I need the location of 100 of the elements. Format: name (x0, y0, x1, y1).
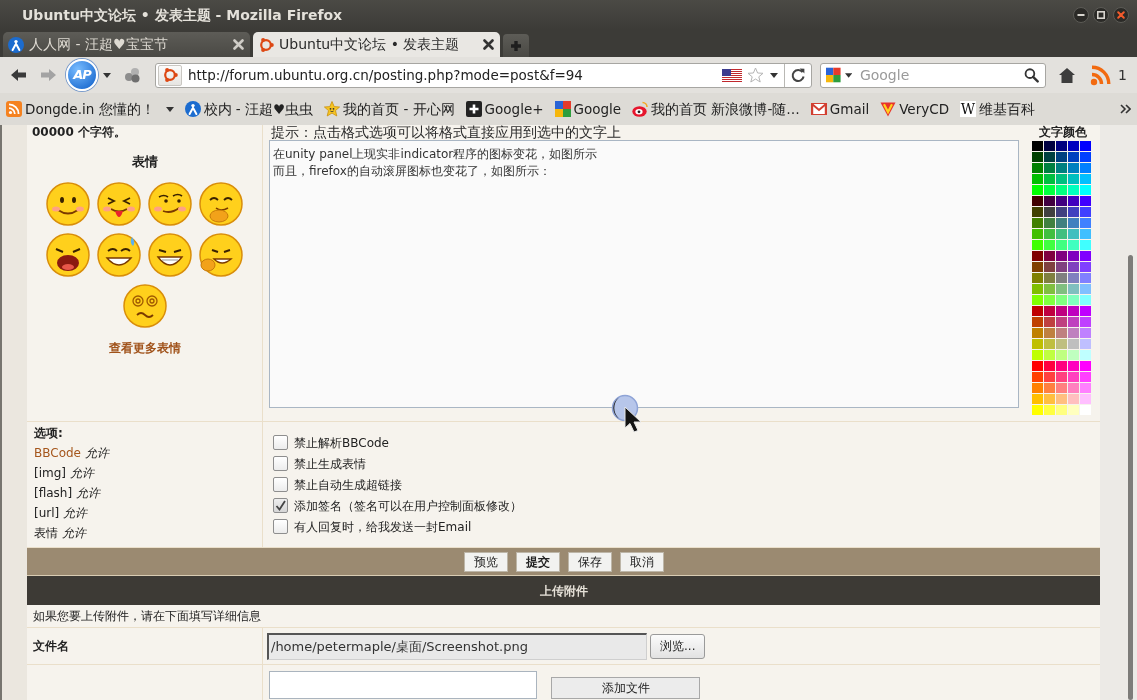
color-swatch[interactable] (1056, 295, 1067, 305)
color-swatch[interactable] (1056, 229, 1067, 239)
maximize-icon[interactable] (1093, 7, 1109, 23)
caret-icon[interactable] (844, 72, 852, 78)
color-swatch[interactable] (1080, 174, 1091, 184)
file-comment-field[interactable] (269, 671, 537, 699)
color-swatch[interactable] (1056, 152, 1067, 162)
submit-button[interactable]: 提交 (515, 551, 560, 572)
color-swatch[interactable] (1056, 372, 1067, 382)
color-swatch[interactable] (1032, 372, 1043, 382)
emoticon-icon[interactable] (96, 231, 142, 278)
emoticon-icon[interactable] (45, 180, 91, 227)
emoticon-icon[interactable] (45, 231, 91, 278)
color-swatch[interactable] (1056, 383, 1067, 393)
color-swatch[interactable] (1044, 273, 1055, 283)
color-swatch[interactable] (1056, 394, 1067, 404)
color-swatch[interactable] (1032, 141, 1043, 151)
permission-link[interactable]: BBCode (34, 444, 81, 462)
color-swatch[interactable] (1032, 361, 1043, 371)
color-swatch[interactable] (1032, 152, 1043, 162)
color-swatch[interactable] (1080, 295, 1091, 305)
color-swatch[interactable] (1044, 383, 1055, 393)
bookmark[interactable]: W 维基百科 (960, 98, 1036, 120)
bookmark[interactable]: 我的首页 - 开心网 (324, 98, 455, 120)
color-swatch[interactable] (1032, 174, 1043, 184)
color-swatch[interactable] (1044, 207, 1055, 217)
checkbox[interactable] (273, 519, 288, 534)
url-field[interactable]: http://forum.ubuntu.org.cn/posting.php?mode=post&f=94 (182, 64, 722, 86)
color-swatch[interactable] (1056, 251, 1067, 261)
color-swatch[interactable] (1068, 295, 1079, 305)
color-swatch[interactable] (1068, 218, 1079, 228)
tab[interactable]: 人人网 - 汪超♥宝宝节 (3, 32, 250, 57)
checkbox[interactable] (273, 435, 288, 450)
color-swatch[interactable] (1032, 383, 1043, 393)
color-swatch[interactable] (1032, 405, 1043, 415)
address-bar[interactable]: http://forum.ubuntu.org.cn/posting.php?mode=post&f=94 (155, 62, 812, 88)
color-swatch[interactable] (1032, 328, 1043, 338)
color-swatch[interactable] (1044, 218, 1055, 228)
color-swatch[interactable] (1068, 328, 1079, 338)
emoticon-icon[interactable] (121, 282, 168, 329)
color-swatch[interactable] (1032, 350, 1043, 360)
color-swatch[interactable] (1032, 394, 1043, 404)
color-swatch[interactable] (1068, 372, 1079, 382)
color-swatch[interactable] (1080, 185, 1091, 195)
color-swatch[interactable] (1044, 284, 1055, 294)
color-swatch[interactable] (1044, 405, 1055, 415)
caret-icon[interactable] (165, 106, 174, 112)
color-swatch[interactable] (1080, 317, 1091, 327)
bookmark[interactable]: Gmail (810, 98, 870, 120)
color-swatch[interactable] (1056, 339, 1067, 349)
color-swatch[interactable] (1032, 339, 1043, 349)
color-swatch[interactable] (1080, 152, 1091, 162)
file-path-field[interactable]: /home/petermaple/桌面/Screenshot.png (267, 632, 647, 660)
color-swatch[interactable] (1080, 207, 1091, 217)
feed-icon[interactable] (1090, 64, 1112, 86)
color-swatch[interactable] (1056, 350, 1067, 360)
color-swatch[interactable] (1056, 163, 1067, 173)
checkbox[interactable] (273, 498, 288, 513)
caret-icon[interactable] (103, 72, 111, 78)
color-swatch[interactable] (1044, 174, 1055, 184)
color-swatch[interactable] (1044, 229, 1055, 239)
site-identity-button[interactable] (158, 64, 182, 86)
color-swatch[interactable] (1056, 218, 1067, 228)
color-swatch[interactable] (1044, 372, 1055, 382)
color-swatch[interactable] (1032, 196, 1043, 206)
color-swatch[interactable] (1068, 394, 1079, 404)
color-swatch[interactable] (1056, 174, 1067, 184)
close-icon[interactable] (483, 39, 494, 50)
new-tab-button[interactable] (503, 34, 529, 57)
color-swatch[interactable] (1068, 251, 1079, 261)
color-swatch[interactable] (1068, 273, 1079, 283)
bookmark[interactable]: 我的首页 新浪微博-随… (632, 98, 800, 120)
color-swatch[interactable] (1032, 240, 1043, 250)
color-swatch[interactable] (1068, 383, 1079, 393)
color-swatch[interactable] (1044, 141, 1055, 151)
color-swatch[interactable] (1044, 317, 1055, 327)
color-swatch[interactable] (1044, 361, 1055, 371)
color-swatch[interactable] (1056, 262, 1067, 272)
color-swatch[interactable] (1080, 251, 1091, 261)
color-swatch[interactable] (1080, 350, 1091, 360)
forward-icon[interactable] (40, 68, 57, 82)
tiles-icon[interactable] (826, 67, 841, 83)
color-swatch[interactable] (1056, 185, 1067, 195)
checkbox[interactable] (273, 477, 288, 492)
color-swatch[interactable] (1056, 196, 1067, 206)
emoticon-icon[interactable] (147, 231, 193, 278)
flag-icon[interactable] (722, 68, 742, 82)
minimize-icon[interactable] (1073, 7, 1089, 23)
color-swatch[interactable] (1032, 218, 1043, 228)
color-swatch[interactable] (1056, 141, 1067, 151)
color-swatch[interactable] (1032, 251, 1043, 261)
color-swatch[interactable] (1080, 383, 1091, 393)
color-swatch[interactable] (1080, 273, 1091, 283)
back-icon[interactable] (10, 68, 27, 82)
bookmark[interactable]: Google+ (465, 98, 544, 120)
bookmark[interactable]: VeryCD (880, 98, 950, 120)
color-swatch[interactable] (1056, 273, 1067, 283)
color-swatch[interactable] (1044, 339, 1055, 349)
color-swatch[interactable] (1056, 328, 1067, 338)
color-swatch[interactable] (1044, 240, 1055, 250)
